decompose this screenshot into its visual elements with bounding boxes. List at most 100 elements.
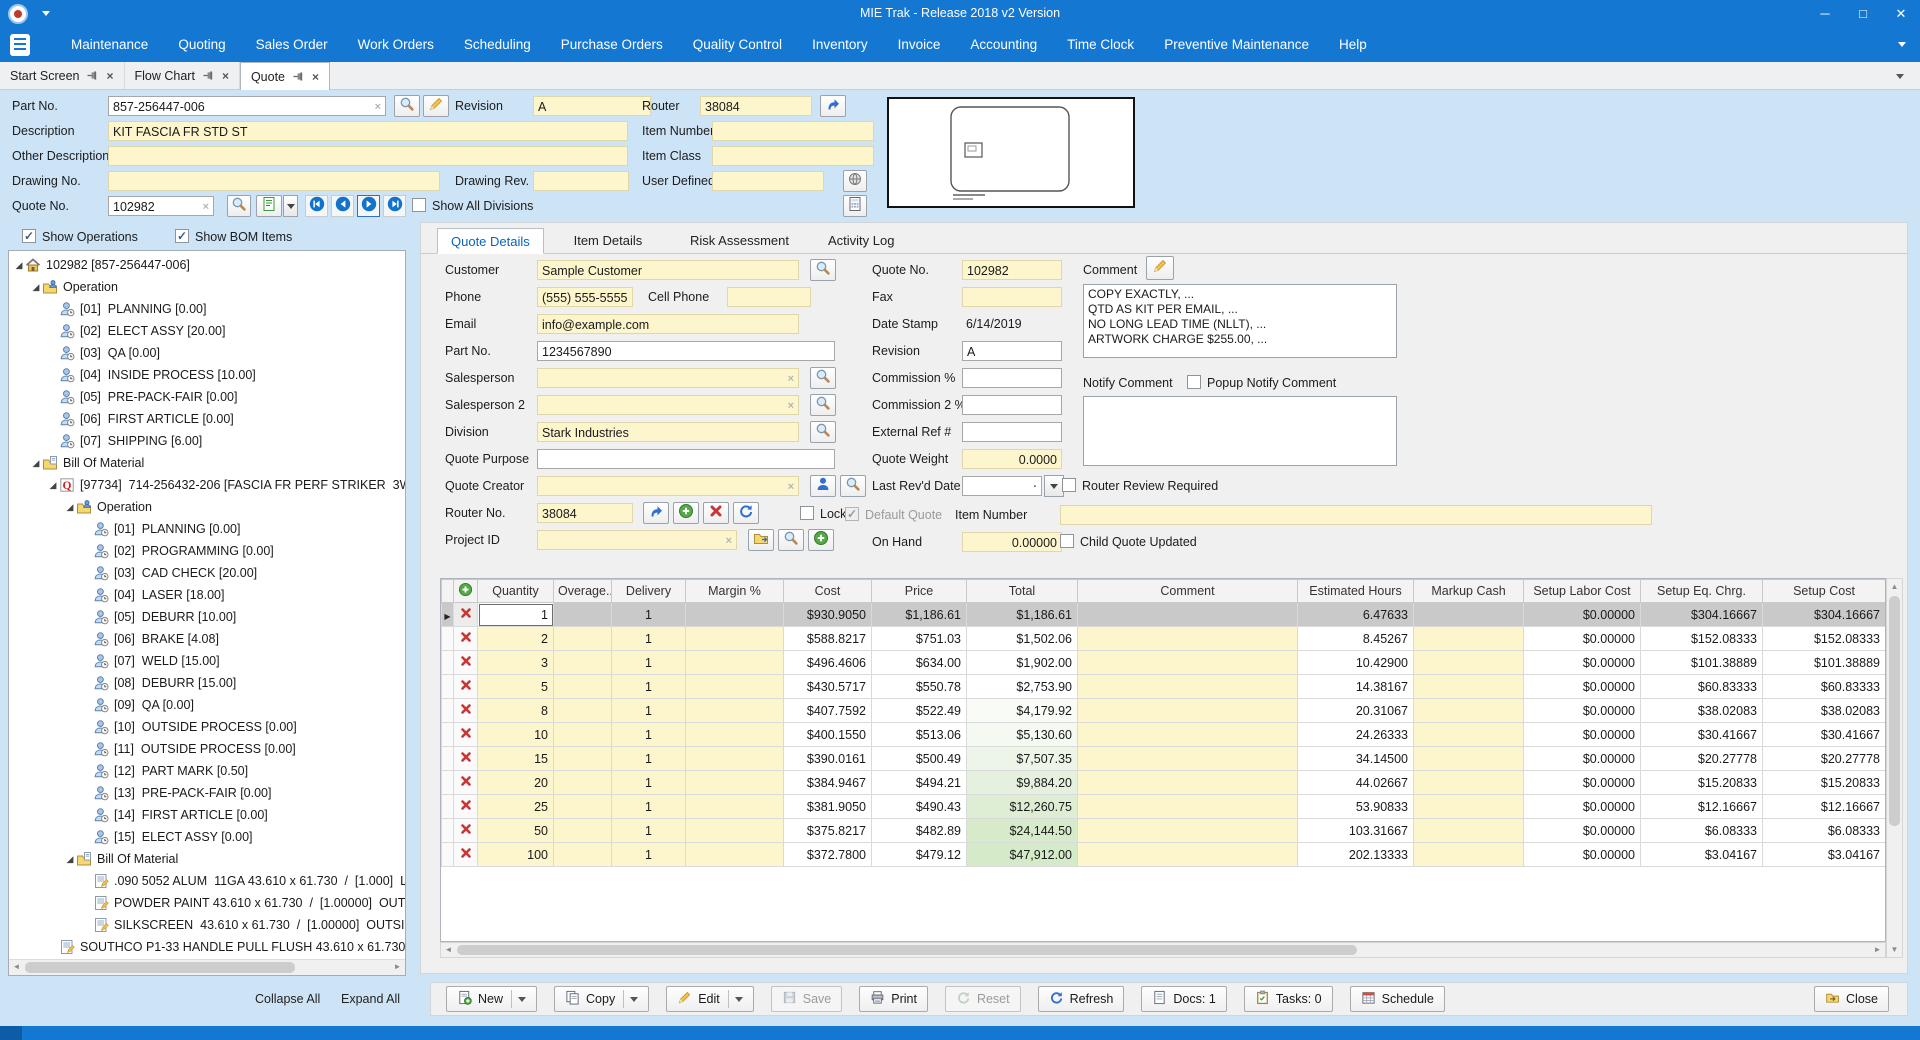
quote-purpose-input[interactable]	[537, 449, 835, 469]
quote-creator-field[interactable]: ×	[537, 476, 799, 496]
cell-comment[interactable]	[1078, 795, 1298, 819]
cell-quantity[interactable]: 3	[478, 651, 554, 675]
cell-setup_cost[interactable]: $38.02083	[1763, 699, 1886, 723]
cell-markup_cash[interactable]	[1414, 699, 1524, 723]
salesperson2-search-button[interactable]	[810, 394, 836, 416]
cell-price[interactable]: $751.03	[872, 627, 967, 651]
cell-overage[interactable]	[554, 795, 612, 819]
tree-item-09-qa-0-00[interactable]: [09] QA [0.00]	[9, 694, 405, 716]
cell-cost[interactable]: $496.4606	[784, 651, 872, 675]
close-tab-icon[interactable]: ×	[312, 70, 319, 84]
tree-item-03-qa-0-00[interactable]: [03] QA [0.00]	[9, 342, 405, 364]
cell-estimated_hours[interactable]: 24.26333	[1298, 723, 1414, 747]
cell-setup_eq_chrg[interactable]: $3.04167	[1641, 843, 1763, 867]
cell-setup_labor_cost[interactable]: $0.00000	[1524, 651, 1641, 675]
router-refresh-button[interactable]	[733, 502, 759, 524]
form-item-number-field[interactable]	[1060, 505, 1652, 525]
salesperson2-field[interactable]: ×	[537, 395, 799, 415]
cell-markup_cash[interactable]	[1414, 795, 1524, 819]
router-delete-button[interactable]	[703, 502, 729, 524]
delete-row-button[interactable]	[454, 627, 478, 651]
router-field[interactable]: 38084	[700, 96, 812, 116]
cell-overage[interactable]	[554, 675, 612, 699]
router-no-field[interactable]: 38084	[537, 503, 633, 523]
delete-row-button[interactable]	[454, 603, 478, 627]
router-open-button[interactable]	[820, 95, 846, 117]
user-defined-field[interactable]	[712, 171, 824, 191]
fax-field[interactable]	[962, 287, 1062, 307]
cell-cost[interactable]: $930.9050	[784, 603, 872, 627]
grid-row-qty-3[interactable]: 31$496.4606$634.00$1,902.0010.42900$0.00…	[442, 651, 1886, 675]
clear-icon[interactable]: ×	[788, 370, 794, 388]
row-selector[interactable]	[442, 747, 454, 771]
cell-setup_labor_cost[interactable]: $0.00000	[1524, 627, 1641, 651]
cell-setup_cost[interactable]: $152.08333	[1763, 627, 1886, 651]
grid-horizontal-scrollbar[interactable]: ◄ ►	[440, 942, 1886, 958]
cell-cost[interactable]: $381.9050	[784, 795, 872, 819]
cell-delivery[interactable]: 1	[612, 723, 686, 747]
cell-markup_cash[interactable]	[1414, 603, 1524, 627]
cell-setup_cost[interactable]: $30.41667	[1763, 723, 1886, 747]
cell-overage[interactable]	[554, 651, 612, 675]
salesperson-search-button[interactable]	[810, 367, 836, 389]
chevron-down-icon[interactable]	[630, 997, 638, 1002]
cell-total[interactable]: $9,884.20	[967, 771, 1078, 795]
cell-comment[interactable]	[1078, 843, 1298, 867]
scrollbar-thumb[interactable]	[457, 945, 1357, 955]
chevron-down-icon[interactable]	[518, 997, 526, 1002]
cell-price[interactable]: $513.06	[872, 723, 967, 747]
grid-row-qty-10[interactable]: 101$400.1550$513.06$5,130.6024.26333$0.0…	[442, 723, 1886, 747]
part-no-edit-button[interactable]	[423, 95, 449, 117]
show-bom-items-checkbox[interactable]	[175, 229, 189, 243]
cell-overage[interactable]	[554, 771, 612, 795]
project-id-field[interactable]: ×	[537, 530, 737, 550]
minimize-button[interactable]: ─	[1806, 0, 1844, 28]
cell-cost[interactable]: $390.0161	[784, 747, 872, 771]
cell-total[interactable]: $47,912.00	[967, 843, 1078, 867]
item-class-field[interactable]	[712, 146, 874, 166]
cell-total[interactable]: $5,130.60	[967, 723, 1078, 747]
tree-item-090-5052-alum-11ga-43-610-x-61-730-1-000[interactable]: .090 5052 ALUM 11GA 43.610 x 61.730 / [1…	[9, 870, 405, 892]
drawing-rev-field[interactable]	[533, 171, 629, 191]
cell-margin[interactable]	[686, 627, 784, 651]
delete-row-button[interactable]	[454, 819, 478, 843]
menu-item-sales-order[interactable]: Sales Order	[241, 28, 343, 62]
cell-cost[interactable]: $384.9467	[784, 771, 872, 795]
toolbar-button-new[interactable]: New	[446, 986, 537, 1012]
cell-cost[interactable]: $430.5717	[784, 675, 872, 699]
toolbar-button-close[interactable]: Close	[1814, 986, 1889, 1012]
cell-quantity[interactable]: 1	[478, 603, 554, 627]
expander-icon[interactable]: ◢	[64, 502, 76, 513]
menu-item-scheduling[interactable]: Scheduling	[449, 28, 546, 62]
row-selector[interactable]	[442, 651, 454, 675]
tab-quote[interactable]: Quote ×	[240, 62, 330, 90]
tree-item-07-shipping-6-00[interactable]: [07] SHIPPING [6.00]	[9, 430, 405, 452]
cell-margin[interactable]	[686, 795, 784, 819]
chevron-down-icon[interactable]	[735, 997, 743, 1002]
cell-margin[interactable]	[686, 843, 784, 867]
router-open-button2[interactable]	[643, 502, 669, 524]
cell-price[interactable]: $1,186.61	[872, 603, 967, 627]
cell-delivery[interactable]: 1	[612, 771, 686, 795]
tree-item-10-outside-process-0-00[interactable]: [10] OUTSIDE PROCESS [0.00]	[9, 716, 405, 738]
delete-row-button[interactable]	[454, 843, 478, 867]
cell-price[interactable]: $522.49	[872, 699, 967, 723]
quote-part-no-input[interactable]: 1234567890	[537, 341, 835, 361]
scroll-down-icon[interactable]: ▼	[1887, 942, 1902, 957]
toolbar-button-refresh[interactable]: Refresh	[1038, 986, 1125, 1012]
cell-quantity[interactable]: 20	[478, 771, 554, 795]
show-operations-checkbox[interactable]	[22, 229, 36, 243]
cell-price[interactable]: $490.43	[872, 795, 967, 819]
quote-creator-user-button[interactable]	[810, 475, 836, 497]
column-header-markup-cash[interactable]: Markup Cash	[1414, 580, 1524, 603]
pin-icon[interactable]	[293, 71, 304, 82]
expander-icon[interactable]: ◢	[30, 458, 42, 469]
drawing-no-field[interactable]	[108, 171, 440, 191]
cell-setup_eq_chrg[interactable]: $152.08333	[1641, 627, 1763, 651]
cell-setup_eq_chrg[interactable]: $101.38889	[1641, 651, 1763, 675]
cell-estimated_hours[interactable]: 103.31667	[1298, 819, 1414, 843]
cell-comment[interactable]	[1078, 627, 1298, 651]
delete-row-button[interactable]	[454, 651, 478, 675]
menu-item-maintenance[interactable]: Maintenance	[56, 28, 163, 62]
cell-estimated_hours[interactable]: 202.13333	[1298, 843, 1414, 867]
